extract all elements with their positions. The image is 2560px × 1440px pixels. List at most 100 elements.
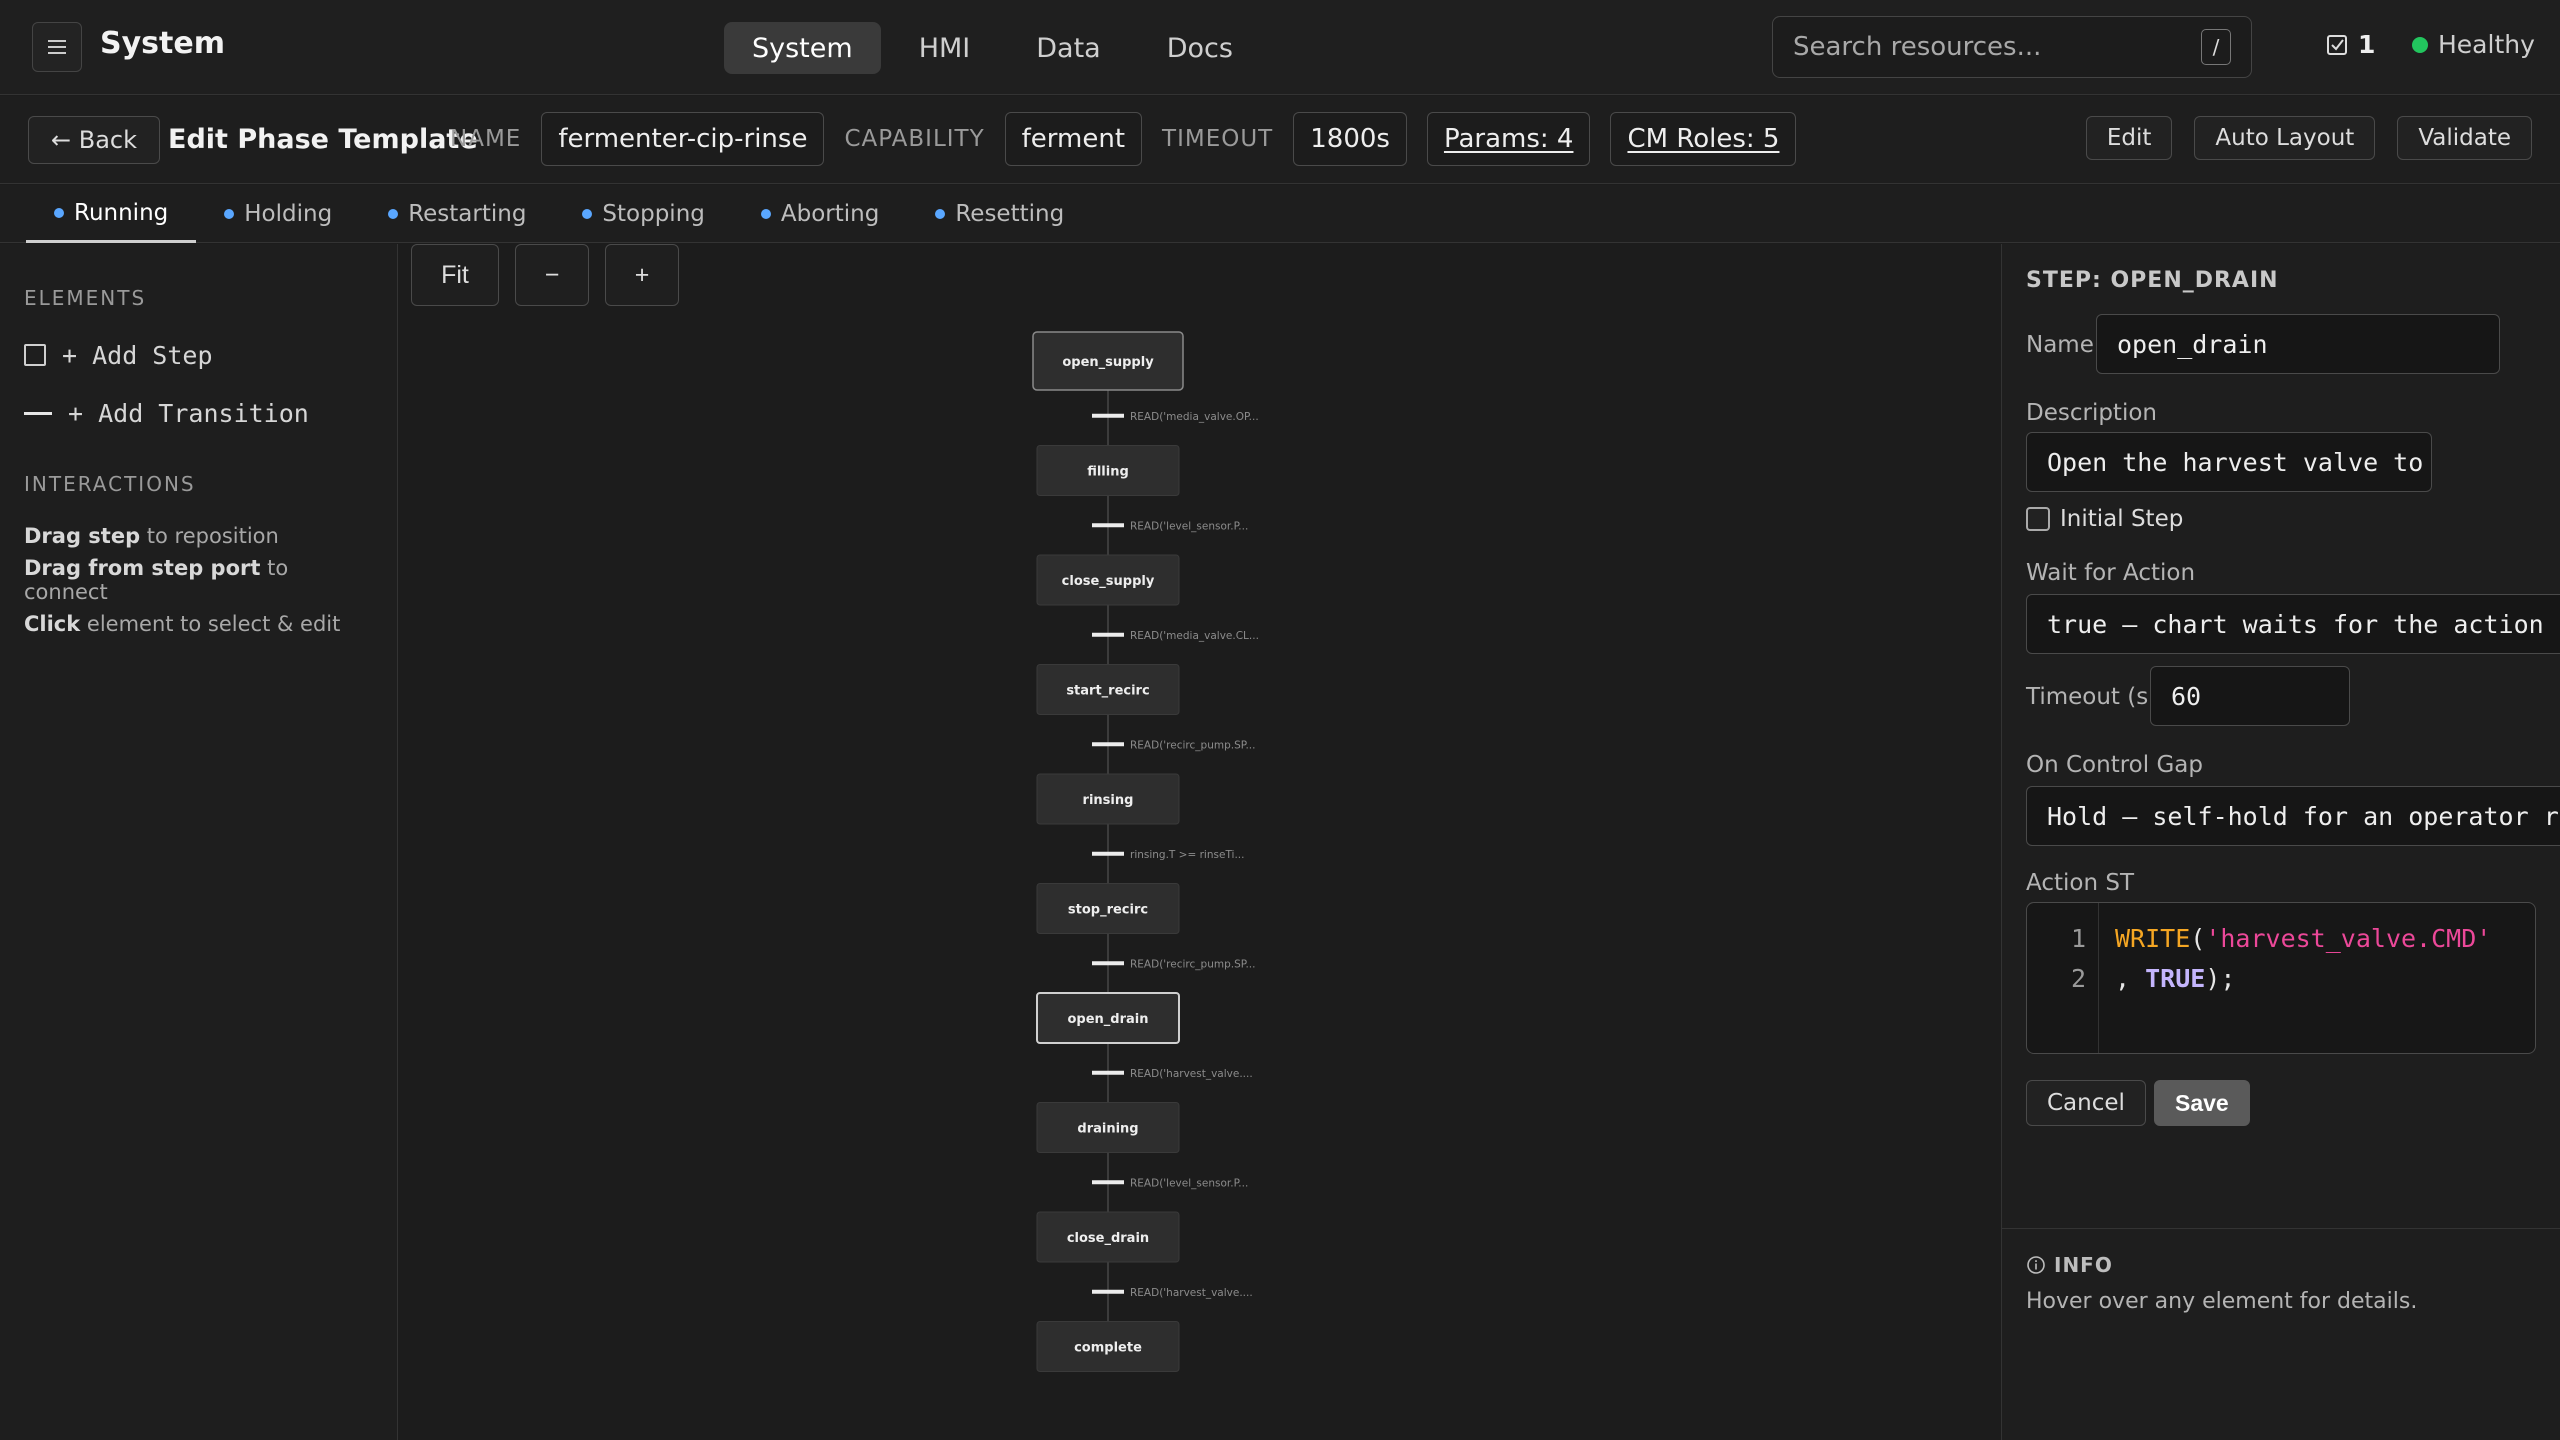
transition-bar[interactable] xyxy=(1092,523,1124,528)
transition-bar[interactable] xyxy=(1092,632,1124,637)
zoom-out-button[interactable]: − xyxy=(515,244,589,306)
tab-running[interactable]: Running xyxy=(26,185,197,243)
step-node-open-supply[interactable]: open_supply xyxy=(1032,331,1184,391)
tab-label: Holding xyxy=(244,201,333,227)
sfc-canvas[interactable]: READ('media_valve.OP... READ('level_senso… xyxy=(399,244,2000,1440)
step-node-start-recirc[interactable]: start_recirc xyxy=(1036,664,1180,715)
transition-bar[interactable] xyxy=(1092,1070,1124,1075)
step-properties-panel: STEP: OPEN_DRAIN Name open_drain Descrip… xyxy=(2001,244,2560,1440)
tab-restarting[interactable]: Restarting xyxy=(360,185,554,243)
code-text[interactable]: WRITE('harvest_valve.CMD' , TRUE); xyxy=(2099,903,2491,1053)
validate-button[interactable]: Validate xyxy=(2397,116,2532,160)
info-icon xyxy=(2027,1256,2045,1274)
page-title: Edit Phase Template xyxy=(168,124,478,155)
line-number-gutter: 1 2 xyxy=(2027,903,2099,1053)
step-label: rinsing xyxy=(1083,793,1134,808)
zoom-in-button[interactable]: + xyxy=(605,244,679,306)
wait-for-action-select[interactable]: true — chart waits for the action to xyxy=(2026,594,2560,654)
nav-docs[interactable]: Docs xyxy=(1139,22,1261,74)
phase-editor-header: ← Back Edit Phase Template NAME fermente… xyxy=(0,96,2560,184)
step-node-close-supply[interactable]: close_supply xyxy=(1036,554,1180,606)
tab-aborting[interactable]: Aborting xyxy=(733,185,907,243)
auto-layout-button[interactable]: Auto Layout xyxy=(2194,116,2376,160)
step-node-rinsing[interactable]: rinsing xyxy=(1036,773,1180,825)
timeout-seconds-label: Timeout (s) xyxy=(2026,684,2158,710)
step-label: stop_recirc xyxy=(1068,903,1148,918)
capability-field[interactable]: ferment xyxy=(1004,112,1143,166)
transition-bar[interactable] xyxy=(1092,851,1124,856)
step-label: draining xyxy=(1077,1122,1138,1137)
hint-click: Click element to select & edit xyxy=(24,612,341,636)
template-fields: NAME fermenter-cip-rinse CAPABILITY ferm… xyxy=(450,112,1797,166)
menu-icon xyxy=(48,40,66,54)
header-actions: Edit Auto Layout Validate xyxy=(2085,116,2532,160)
transition-label: READ('harvest_valve.... xyxy=(1130,1068,1253,1080)
transition-bar[interactable] xyxy=(1092,1180,1124,1185)
timeout-field[interactable]: 1800s xyxy=(1293,112,1407,166)
info-heading-label: INFO xyxy=(2054,1253,2113,1277)
line-number: 1 xyxy=(2070,924,2086,953)
step-node-close-drain[interactable]: close_drain xyxy=(1036,1211,1180,1263)
line-number: 2 xyxy=(2070,964,2086,993)
step-node-complete[interactable]: complete xyxy=(1036,1321,1180,1372)
add-transition-button[interactable]: + Add Transition xyxy=(24,396,373,430)
initial-step-checkbox[interactable]: Initial Step xyxy=(2026,506,2183,532)
code-line: , TRUE); xyxy=(2115,964,2236,993)
top-bar: System System HMI Data Docs / 1 Healthy xyxy=(0,0,2560,95)
description-input[interactable]: Open the harvest valve to xyxy=(2026,432,2432,492)
hamburger-menu-button[interactable] xyxy=(32,22,82,72)
transition-bar[interactable] xyxy=(1092,413,1124,418)
capability-label: CAPABILITY xyxy=(844,126,985,152)
tasks-indicator[interactable]: 1 xyxy=(2326,30,2375,59)
on-control-gap-select[interactable]: Hold — self-hold for an operator rul xyxy=(2026,786,2560,846)
app-title: System xyxy=(100,26,225,61)
params-button[interactable]: Params: 4 xyxy=(1426,112,1591,166)
step-name-input[interactable]: open_drain xyxy=(2096,314,2500,374)
transition-bar[interactable] xyxy=(1092,742,1124,747)
transition-label: READ('level_sensor.P... xyxy=(1130,1177,1248,1189)
health-status[interactable]: Healthy xyxy=(2412,30,2535,59)
search-input[interactable] xyxy=(1793,32,2201,62)
step-node-open-drain[interactable]: open_drain xyxy=(1036,992,1180,1044)
tab-stopping[interactable]: Stopping xyxy=(554,185,732,243)
code-line: WRITE('harvest_valve.CMD' xyxy=(2115,924,2492,953)
name-field[interactable]: fermenter-cip-rinse xyxy=(541,112,825,166)
step-node-stop-recirc[interactable]: stop_recirc xyxy=(1036,883,1180,934)
transition-label: READ('media_valve.OP... xyxy=(1130,411,1259,423)
back-button[interactable]: ← Back xyxy=(28,116,161,164)
step-node-filling[interactable]: filling xyxy=(1036,445,1180,496)
tab-holding[interactable]: Holding xyxy=(196,185,360,243)
nav-hmi[interactable]: HMI xyxy=(891,22,999,74)
step-label: close_drain xyxy=(1067,1231,1149,1246)
checkbox-icon xyxy=(2327,34,2347,55)
wait-for-action-label: Wait for Action xyxy=(2026,560,2196,586)
action-st-editor[interactable]: 1 2 WRITE('harvest_valve.CMD' , TRUE); xyxy=(2026,902,2536,1054)
step-label: open_supply xyxy=(1062,355,1154,370)
tab-label: Stopping xyxy=(602,201,705,227)
on-control-gap-label: On Control Gap xyxy=(2026,752,2203,778)
top-nav: System HMI Data Docs xyxy=(724,22,1261,74)
tab-resetting[interactable]: Resetting xyxy=(907,185,1092,243)
transition-icon xyxy=(24,411,52,415)
sfc-diagram[interactable]: READ('media_valve.OP... READ('level_senso… xyxy=(399,244,2000,1440)
nav-system[interactable]: System xyxy=(724,22,881,74)
timeout-seconds-input[interactable]: 60 xyxy=(2150,666,2350,726)
description-label: Description xyxy=(2026,400,2157,426)
edit-button[interactable]: Edit xyxy=(2085,116,2173,160)
info-text: Hover over any element for details. xyxy=(2026,1289,2418,1314)
cancel-button[interactable]: Cancel xyxy=(2026,1080,2146,1126)
step-node-draining[interactable]: draining xyxy=(1036,1102,1180,1153)
state-dot-icon xyxy=(54,207,64,218)
fit-button[interactable]: Fit xyxy=(411,244,499,306)
state-dot-icon xyxy=(935,209,946,219)
hint-drag-step: Drag step to reposition xyxy=(24,524,279,548)
transition-label: READ('recirc_pump.SP... xyxy=(1130,739,1255,751)
transition-bar[interactable] xyxy=(1092,1289,1124,1294)
interactions-heading: INTERACTIONS xyxy=(24,472,196,496)
transition-label: READ('media_valve.CL... xyxy=(1130,630,1259,642)
cm-roles-button[interactable]: CM Roles: 5 xyxy=(1610,112,1797,166)
add-step-button[interactable]: + Add Step xyxy=(24,338,373,372)
save-button[interactable]: Save xyxy=(2154,1080,2250,1126)
nav-data[interactable]: Data xyxy=(1008,22,1128,74)
transition-bar[interactable] xyxy=(1092,961,1124,966)
